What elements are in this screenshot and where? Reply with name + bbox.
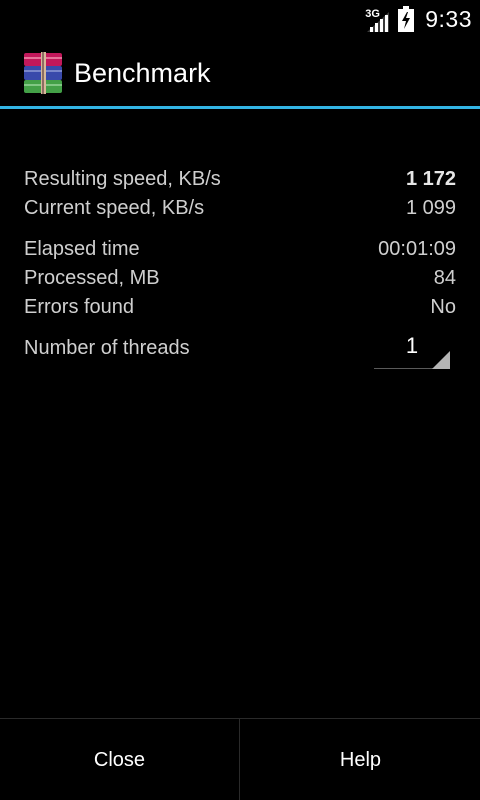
- resulting-speed-label: Resulting speed, KB/s: [24, 168, 221, 190]
- benchmark-screen: 3G 9:33 Benchmark Resulting speed, KB/s …: [0, 0, 480, 800]
- processed-label: Processed, MB: [24, 267, 160, 289]
- close-button[interactable]: Close: [0, 719, 239, 800]
- spinner-corner-icon: [432, 351, 450, 369]
- title-divider: [0, 106, 480, 109]
- resulting-speed-value: 1 172: [405, 168, 456, 190]
- title-bar: Benchmark: [0, 38, 480, 106]
- threads-label: Number of threads: [24, 337, 190, 359]
- page-title: Benchmark: [74, 58, 211, 88]
- errors-value: No: [430, 296, 456, 318]
- stat-resulting-speed: Resulting speed, KB/s 1 172: [24, 165, 456, 193]
- stat-errors: Errors found No: [24, 293, 456, 321]
- status-icons: 3G 9:33: [365, 0, 472, 38]
- elapsed-time-value: 00:01:09: [378, 238, 456, 260]
- processed-value: 84: [433, 267, 456, 289]
- battery-charging-icon: [397, 6, 415, 32]
- stat-elapsed-time: Elapsed time 00:01:09: [24, 235, 456, 263]
- stat-current-speed: Current speed, KB/s 1 099: [24, 194, 456, 222]
- button-divider: [239, 719, 240, 800]
- stat-processed: Processed, MB 84: [24, 264, 456, 292]
- help-button[interactable]: Help: [241, 719, 480, 800]
- status-bar: 3G 9:33: [0, 0, 480, 38]
- threads-spinner[interactable]: 1: [374, 330, 450, 370]
- signal-icon: 3G: [365, 4, 391, 34]
- errors-label: Errors found: [24, 296, 135, 318]
- winrar-books-icon: [22, 52, 64, 94]
- current-speed-value: 1 099: [405, 197, 456, 219]
- status-clock: 9:33: [425, 5, 472, 32]
- current-speed-label: Current speed, KB/s: [24, 197, 205, 219]
- button-bar: Close Help: [0, 718, 480, 800]
- elapsed-time-label: Elapsed time: [24, 238, 140, 260]
